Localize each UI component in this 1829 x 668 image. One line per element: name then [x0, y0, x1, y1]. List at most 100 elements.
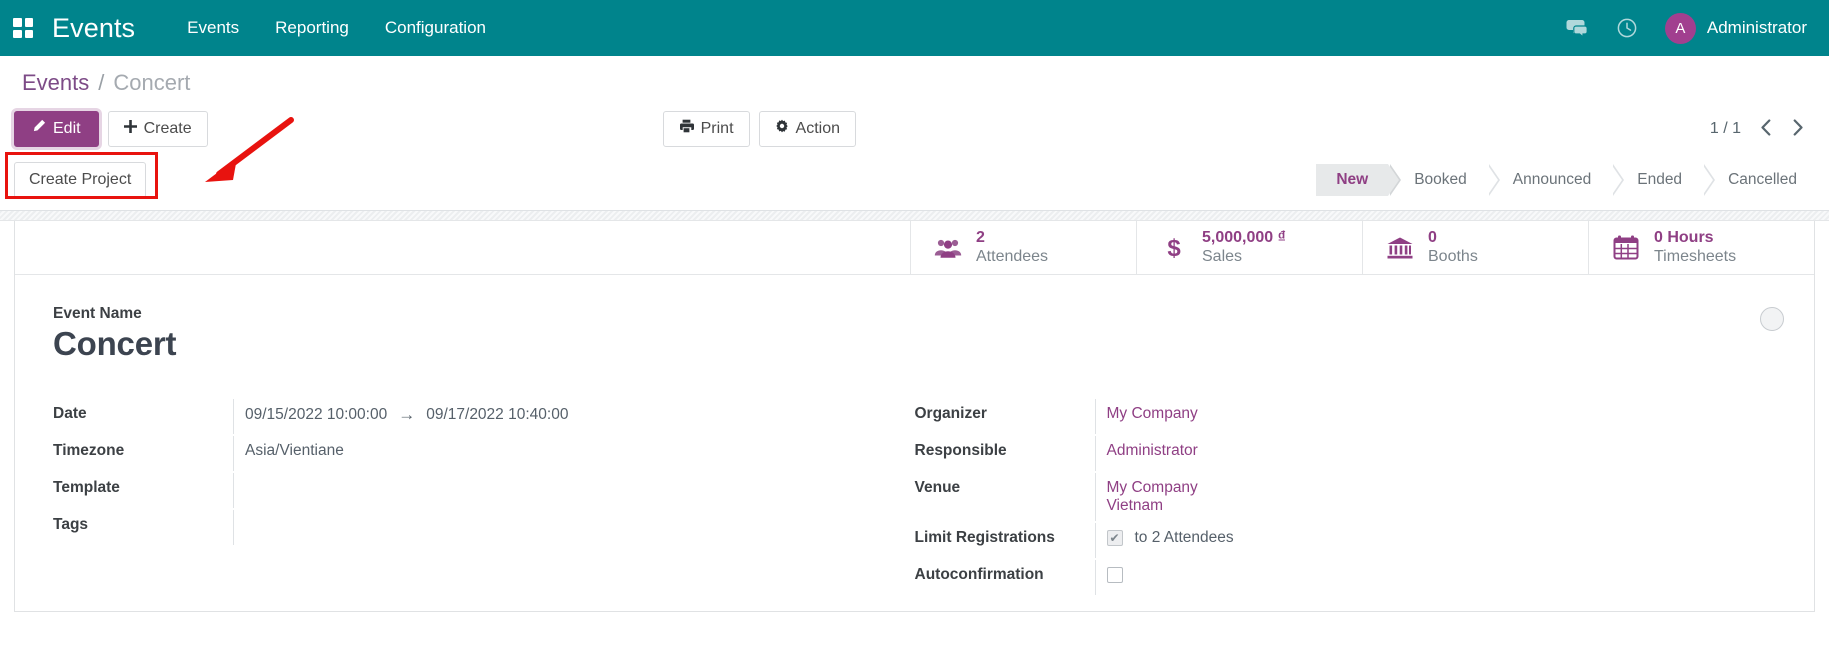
- attendees-value: 2: [976, 228, 985, 246]
- pager: 1 / 1: [1710, 118, 1807, 140]
- event-image-placeholder[interactable]: [1760, 307, 1784, 331]
- create-project-container: Create Project: [5, 117, 294, 199]
- venue-label: Venue: [914, 479, 961, 496]
- menu-item-events[interactable]: Events: [169, 10, 257, 46]
- smart-button-text: 5,000,000 ₫ Sales: [1202, 229, 1286, 267]
- tags-label: Tags: [53, 516, 89, 533]
- user-menu[interactable]: A Administrator: [1664, 12, 1807, 44]
- date-arrow-icon: →: [398, 405, 416, 424]
- limit-registrations-value: ✔ to 2 Attendees: [1094, 523, 1777, 558]
- field-limit-registrations: Limit Registrations ✔ to 2 Attendees: [915, 523, 1777, 560]
- chat-bubble-icon[interactable]: [1565, 16, 1589, 40]
- users-icon: [933, 237, 963, 259]
- svg-text:$: $: [1167, 235, 1181, 261]
- smart-button-booths[interactable]: 0 Booths: [1362, 221, 1588, 274]
- breadcrumb: Events / Concert: [0, 56, 1829, 102]
- organizer-label: Organizer: [914, 405, 987, 422]
- status-stage-booked[interactable]: Booked: [1388, 164, 1500, 196]
- create-button-label: Create: [143, 119, 192, 137]
- smart-button-sales[interactable]: $ 5,000,000 ₫ Sales: [1136, 221, 1362, 274]
- timezone-label: Timezone: [53, 442, 125, 459]
- plus-icon: [123, 119, 137, 138]
- field-organizer: Organizer My Company: [915, 399, 1777, 436]
- action-status-row: Create Project New Booked Announced Ende…: [0, 117, 1829, 211]
- apps-grid-icon[interactable]: [10, 15, 36, 41]
- avatar: A: [1664, 12, 1696, 44]
- venue-line-1: My Company: [1106, 479, 1198, 496]
- organizer-value[interactable]: My Company: [1094, 399, 1777, 434]
- form-columns: Date 09/15/2022 10:00:00 → 09/17/2022 10…: [53, 389, 1776, 597]
- action-button[interactable]: Action: [758, 111, 856, 147]
- date-start: 09/15/2022 10:00:00: [245, 406, 388, 423]
- print-button[interactable]: Print: [662, 111, 750, 147]
- date-value[interactable]: 09/15/2022 10:00:00 → 09/17/2022 10:40:0…: [233, 399, 915, 434]
- breadcrumb-root[interactable]: Events: [22, 70, 89, 96]
- gear-icon: [775, 119, 789, 138]
- smart-button-timesheets[interactable]: 0 Hours Timesheets: [1588, 221, 1814, 274]
- app-brand-title[interactable]: Events: [52, 13, 135, 44]
- printer-icon: [679, 119, 694, 138]
- chevron-right-icon[interactable]: [1790, 118, 1807, 140]
- limit-registrations-label: Limit Registrations: [914, 529, 1055, 546]
- status-stage-ended[interactable]: Ended: [1611, 164, 1715, 196]
- limit-registrations-checkbox[interactable]: ✔: [1106, 530, 1123, 546]
- status-stage-new[interactable]: New: [1316, 164, 1402, 196]
- pencil-icon: [32, 119, 46, 138]
- timesheets-label: Timesheets: [1654, 247, 1737, 265]
- create-project-button[interactable]: Create Project: [14, 162, 147, 198]
- status-stage-announced[interactable]: Announced: [1486, 164, 1625, 196]
- pager-value[interactable]: 1 / 1: [1710, 120, 1741, 138]
- autoconfirmation-label: Autoconfirmation: [914, 566, 1044, 583]
- clock-icon[interactable]: [1615, 16, 1639, 40]
- smart-button-row: 2 Attendees $ 5,000,000 ₫ Sales 0 Booths…: [15, 221, 1814, 275]
- autoconfirmation-checkbox[interactable]: [1106, 566, 1123, 583]
- create-button[interactable]: Create: [107, 111, 208, 147]
- edit-button-label: Edit: [53, 119, 81, 137]
- main-menu: Events Reporting Configuration: [169, 10, 504, 46]
- sales-label: Sales: [1202, 247, 1243, 265]
- action-button-label: Action: [795, 119, 840, 137]
- form-sheet: 2 Attendees $ 5,000,000 ₫ Sales 0 Booths…: [14, 221, 1815, 612]
- top-navbar: Events Events Reporting Configuration A …: [0, 0, 1829, 56]
- form-column-left: Date 09/15/2022 10:00:00 → 09/17/2022 10…: [53, 399, 915, 597]
- template-value[interactable]: [233, 473, 915, 508]
- navbar-right-tools: A Administrator: [1565, 12, 1807, 44]
- field-autoconfirmation: Autoconfirmation: [915, 560, 1777, 597]
- chevron-left-icon[interactable]: [1757, 118, 1774, 140]
- record-buttons: Edit Create: [14, 111, 208, 147]
- field-responsible: Responsible Administrator: [915, 436, 1777, 473]
- field-template: Template: [53, 473, 915, 510]
- attendees-label: Attendees: [976, 247, 1049, 265]
- field-date: Date 09/15/2022 10:00:00 → 09/17/2022 10…: [53, 399, 915, 436]
- form-column-right: Organizer My Company Responsible Adminis…: [915, 399, 1777, 597]
- smart-button-text: 0 Booths: [1428, 229, 1478, 267]
- bank-icon: [1385, 236, 1415, 260]
- status-stage-cancelled[interactable]: Cancelled: [1702, 164, 1817, 196]
- menu-item-configuration[interactable]: Configuration: [367, 10, 504, 46]
- limit-registrations-text: to 2 Attendees: [1134, 529, 1234, 546]
- timesheets-value: 0 Hours: [1654, 228, 1714, 246]
- breadcrumb-current: Concert: [113, 70, 191, 95]
- edit-button[interactable]: Edit: [14, 111, 99, 147]
- timezone-value[interactable]: Asia/Vientiane: [233, 436, 915, 471]
- autoconfirmation-value: [1094, 560, 1777, 595]
- print-button-label: Print: [700, 119, 734, 137]
- user-name-label: Administrator: [1706, 18, 1807, 37]
- tags-value[interactable]: [233, 510, 915, 545]
- smart-button-attendees[interactable]: 2 Attendees: [910, 221, 1136, 274]
- responsible-label: Responsible: [914, 442, 1007, 459]
- venue-line-2: Vietnam: [1106, 497, 1164, 514]
- smart-button-text: 2 Attendees: [976, 229, 1048, 267]
- control-panel: Events / Concert Edit Create Print Actio…: [0, 56, 1829, 211]
- event-name-value[interactable]: Concert: [53, 325, 1776, 363]
- menu-item-reporting[interactable]: Reporting: [257, 10, 367, 46]
- responsible-value[interactable]: Administrator: [1094, 436, 1777, 471]
- field-venue: Venue My Company Vietnam: [915, 473, 1777, 523]
- field-timezone: Timezone Asia/Vientiane: [53, 436, 915, 473]
- template-label: Template: [53, 479, 120, 496]
- booths-value: 0: [1428, 228, 1437, 246]
- dollar-icon: $: [1159, 235, 1189, 261]
- event-name-label: Event Name: [53, 305, 142, 322]
- booths-label: Booths: [1428, 247, 1478, 265]
- venue-value[interactable]: My Company Vietnam: [1094, 473, 1777, 521]
